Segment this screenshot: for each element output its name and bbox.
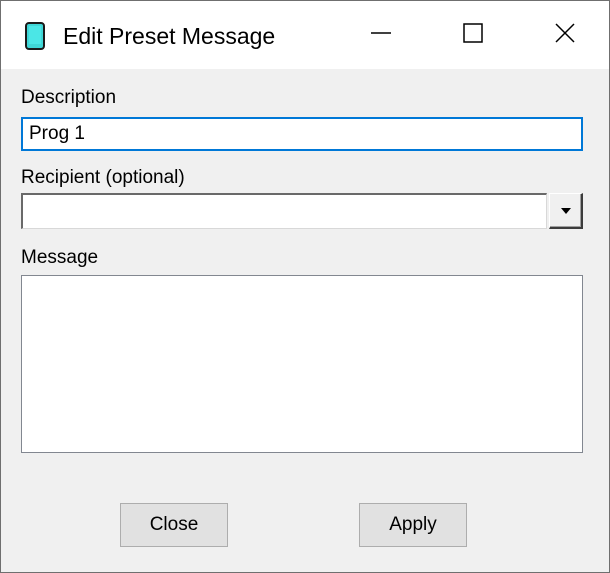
- description-label: Description: [21, 87, 117, 108]
- minimize-button[interactable]: [335, 1, 427, 69]
- recipient-label: Recipient (optional): [21, 167, 185, 188]
- recipient-dropdown-button[interactable]: [549, 193, 583, 229]
- maximize-icon: [462, 22, 484, 49]
- window-title: Edit Preset Message: [63, 23, 276, 49]
- description-input[interactable]: [21, 117, 583, 151]
- minimize-icon: [370, 22, 392, 49]
- close-button[interactable]: Close: [120, 503, 228, 547]
- recipient-combobox[interactable]: [21, 193, 547, 229]
- edit-preset-message-dialog: Edit Preset Message Description Prog 1 R…: [0, 0, 610, 573]
- close-icon: [554, 22, 576, 49]
- tablet-icon: [25, 22, 45, 50]
- close-window-button[interactable]: [519, 1, 610, 69]
- chevron-down-icon: [560, 202, 572, 220]
- title-bar[interactable]: Edit Preset Message: [1, 1, 609, 69]
- message-textarea[interactable]: [21, 275, 583, 453]
- message-label: Message: [21, 247, 99, 268]
- maximize-button[interactable]: [427, 1, 519, 69]
- apply-button[interactable]: Apply: [359, 503, 467, 547]
